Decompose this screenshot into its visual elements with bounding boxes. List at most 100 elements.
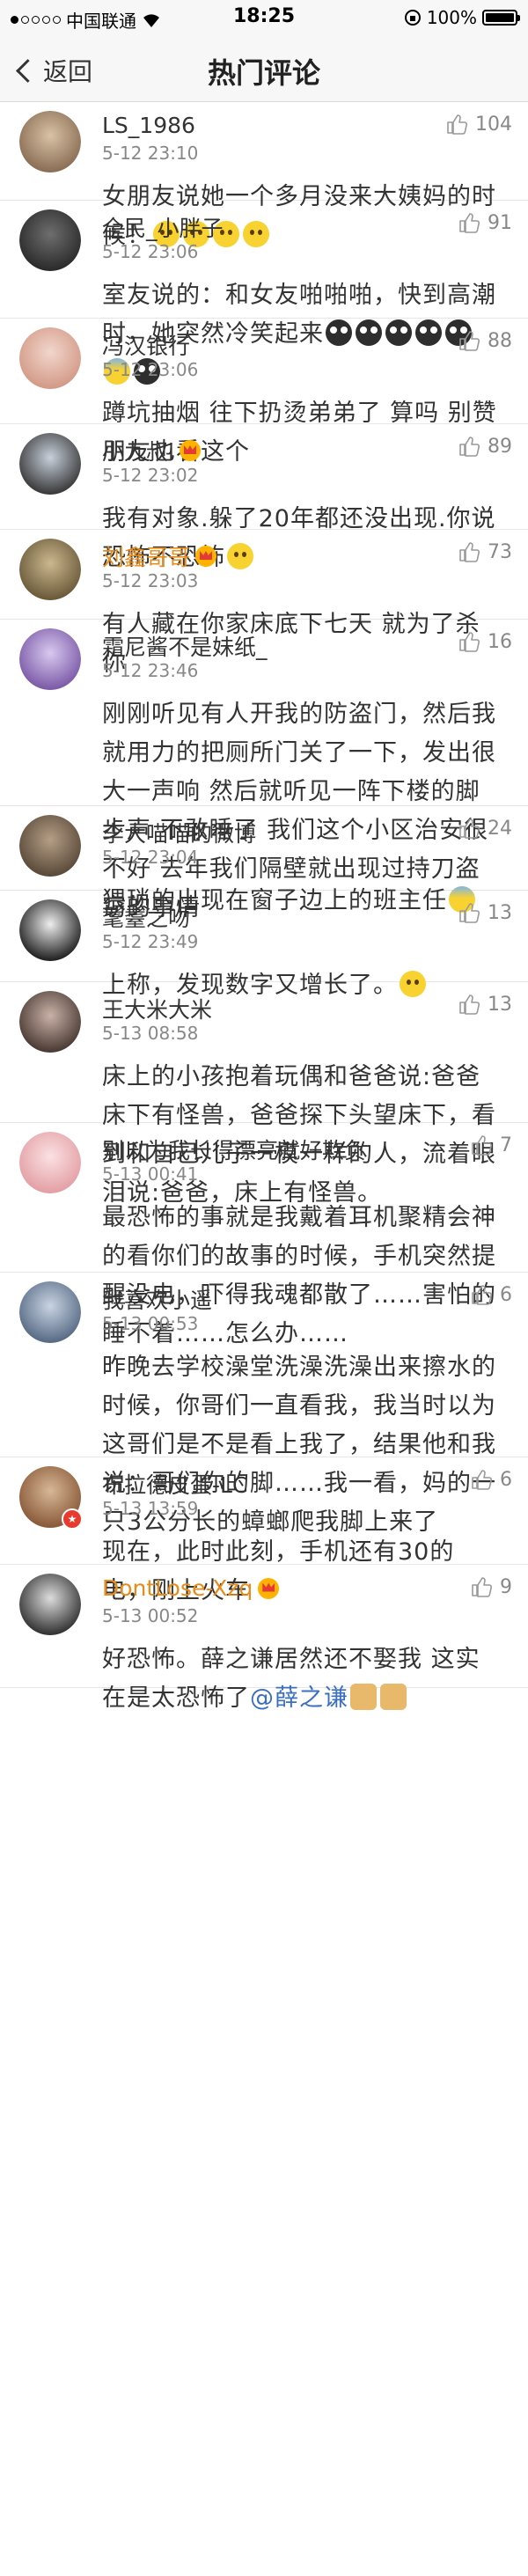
comment-item[interactable]: 全民_小胖子 5-12 23:06 91 室友说的：和女友啪啪啪，快到高潮时，她突然冷… [0,201,528,385]
like-button[interactable]: 6 [470,1468,512,1491]
mention-link[interactable]: @薛之谦 [250,1684,348,1712]
like-button[interactable]: 7 [470,1134,512,1156]
username: 耄耋之吻 [102,906,191,931]
comment-time: 5-12 23:06 [102,359,199,380]
like-button[interactable]: 104 [445,113,512,136]
emoji-icon [380,1684,407,1710]
comment-time: 5-13 00:52 [102,1605,199,1626]
username-link[interactable]: 小九叔i [102,435,201,466]
comment-item[interactable]: 别以为我长得漂亮就好欺负 5-13 00:41 7 最恐怖的事就是我戴着耳机聚精会神的… [0,1123,528,1347]
username: LS_1986 [102,113,195,138]
username-link[interactable]: LS_1986 [102,113,195,138]
avatar[interactable] [19,539,81,600]
username-link[interactable]: 刘鑫哥哥 [102,540,217,572]
like-button[interactable]: 13 [458,901,512,924]
username: 我喜欢小遥 [102,1288,213,1313]
avatar[interactable] [19,991,81,1053]
like-button[interactable]: 24 [458,817,512,840]
like-count: 13 [488,901,512,924]
comment-time: 5-13 08:58 [102,1023,199,1044]
status-bar: 中国联通 18:25 100% [0,0,528,35]
username-link[interactable]: 霜尼酱不是妹纸_ [102,630,268,662]
like-button[interactable]: 73 [458,540,512,563]
avatar[interactable] [19,1132,81,1193]
comment-time: 5-13 00:41 [102,1163,199,1185]
username: 布拉德皮蛋-LC [102,1472,248,1498]
like-count: 6 [500,1283,512,1306]
like-count: 16 [488,630,512,653]
avatar[interactable] [19,628,81,690]
username-link[interactable]: 李大喵喵的微博 [102,817,256,848]
comment-list: LS_1986 5-12 23:10 104 女朋友说她一个多月没来大姨妈的时候！ 全民… [0,102,528,1712]
comment-item[interactable]: 小九叔i 5-12 23:02 89 我有对象.躲了20年都还没出现.你说恐怖不恐怖 [0,424,528,571]
username-link[interactable]: 冯汉银行 [102,329,190,361]
thumbs-up-icon [458,540,480,563]
comment-item[interactable]: ★ 布拉德皮蛋-LC 5-13 13:59 6 现在，此时此刻，手机还有30的电，刚上火… [0,1457,528,1604]
comment-time: 5-12 23:02 [102,465,199,486]
like-count: 104 [475,113,512,136]
avatar[interactable] [19,899,81,961]
comment-time: 5-12 23:10 [102,143,199,164]
battery-label: 100% [426,7,477,28]
username: DontLose-Xzq [102,1575,253,1601]
page-title: 热门评论 [207,56,320,90]
username: 全民_小胖子 [102,216,224,241]
like-button[interactable]: 16 [458,630,512,653]
member-crown-icon [195,546,217,567]
like-button[interactable]: 88 [458,329,512,352]
comment-item[interactable]: DontLose-Xzq 5-13 00:52 9 好恐怖。薛之谦居然还不娶我 这实在… [0,1565,528,1712]
comment-item[interactable]: LS_1986 5-12 23:10 104 女朋友说她一个多月没来大姨妈的时候！ [0,102,528,249]
avatar[interactable] [19,209,81,271]
username-link[interactable]: 耄耋之吻 [102,901,190,933]
nav-bar: 返回 热门评论 [0,35,528,102]
username: 王大米大米 [102,997,213,1023]
like-button[interactable]: 9 [470,1575,512,1598]
like-button[interactable]: 91 [458,211,512,234]
like-count: 24 [488,817,512,840]
avatar[interactable] [19,815,81,877]
comment-item[interactable]: 冯汉银行 5-12 23:06 88 蹲坑抽烟 往下扔烫弟弟了 算吗 别赞朋友也看这个 [0,319,528,466]
like-count: 73 [488,540,512,563]
like-count: 7 [500,1134,512,1156]
avatar[interactable] [19,1574,81,1635]
comment-item[interactable]: 王大米大米 5-13 08:58 13 床上的小孩抱着玩偶和爸爸说:爸爸床下有怪兽，爸… [0,982,528,1207]
thumbs-up-icon [470,1468,493,1491]
username-link[interactable]: 全民_小胖子 [102,211,224,243]
comment-item[interactable]: 李大喵喵的微博 5-12 23:04 24 猥琐的出现在窗子边上的班主任 [0,806,528,914]
comment-item[interactable]: 霜尼酱不是妹纸_ 5-12 23:46 16 刚刚听见有人开我的防盗门，然后我就用力的… [0,620,528,921]
thumbs-up-icon [458,211,480,234]
avatar[interactable]: ★ [19,1466,83,1530]
comment-item[interactable]: 耄耋之吻 5-12 23:49 13 上称，发现数字又增长了。 [0,891,528,999]
username-link[interactable]: 布拉德皮蛋-LC [102,1468,247,1500]
username-link[interactable]: 王大米大米 [102,993,212,1024]
thumbs-up-icon [458,901,480,924]
thumbs-up-icon [458,329,480,352]
like-button[interactable]: 89 [458,435,512,458]
comment-time: 5-12 23:06 [102,241,199,262]
avatar[interactable] [19,433,81,495]
username-link[interactable]: 我喜欢小遥 [102,1283,212,1315]
username-link[interactable]: DontLose-Xzq [102,1575,280,1601]
thumbs-up-icon [458,630,480,653]
like-count: 89 [488,435,512,458]
orientation-lock-icon [404,10,421,26]
like-count: 88 [488,329,512,352]
thumbs-up-icon [458,435,480,458]
avatar[interactable] [19,327,81,389]
comment-time: 5-12 23:49 [102,931,199,952]
thumbs-up-icon [458,817,480,840]
comment-time: 5-12 23:03 [102,570,199,591]
comment-item[interactable]: 刘鑫哥哥 5-12 23:03 73 有人藏在你家床底下七天 就为了杀你 [0,530,528,677]
thumbs-up-icon [470,1575,493,1598]
comment-item[interactable]: 我喜欢小遥 5-13 00:53 6 昨晚去学校澡堂洗澡洗澡出来擦水的时候，你哥们一直… [0,1273,528,1536]
avatar[interactable] [19,111,81,172]
like-count: 13 [488,993,512,1016]
username: 李大喵喵的微博 [102,821,257,847]
like-button[interactable]: 13 [458,993,512,1016]
status-right: 100% [404,7,520,28]
like-button[interactable]: 6 [470,1283,512,1306]
comment-time: 5-12 23:04 [102,847,199,868]
username-link[interactable]: 别以为我长得漂亮就好欺负 [102,1134,366,1165]
thumbs-up-icon [445,113,468,136]
avatar[interactable] [19,1281,81,1343]
